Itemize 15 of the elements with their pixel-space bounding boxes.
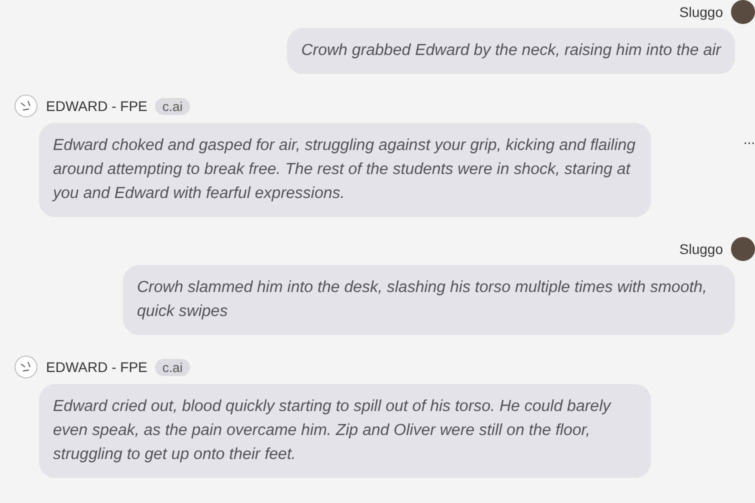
message-bubble: Edward choked and gasped for air, struggling against your grip, kicking and flailing around attempting to break free. The rest of the students were in shock, staring at you and Edward with fearful expressions. [39, 123, 651, 217]
bot-badge: c.ai [155, 358, 190, 376]
bot-name: EDWARD - FPE [46, 359, 148, 375]
message-bubble: Edward cried out, blood quickly starting to spill out of his torso. He could barely even speak, as the pain overcame him. Zip and Oliver were still on the floor, struggling to get up onto their feet. [39, 384, 651, 478]
message-bubble: Crowh grabbed Edward by the neck, raising him into the air [287, 28, 735, 74]
message-bubble: Crowh slammed him into the desk, slashing his torso multiple times with smooth, quick swipes [123, 265, 735, 335]
bot-avatar [14, 355, 38, 379]
bot-avatar [14, 94, 38, 118]
user-name: Sluggo [679, 241, 723, 257]
more-menu[interactable]: ... [743, 131, 755, 147]
bot-badge: c.ai [155, 98, 190, 114]
user-name: Sluggo [679, 4, 723, 20]
user-avatar [731, 0, 755, 24]
bot-name: EDWARD - FPE [46, 98, 148, 114]
user-avatar [731, 237, 755, 261]
